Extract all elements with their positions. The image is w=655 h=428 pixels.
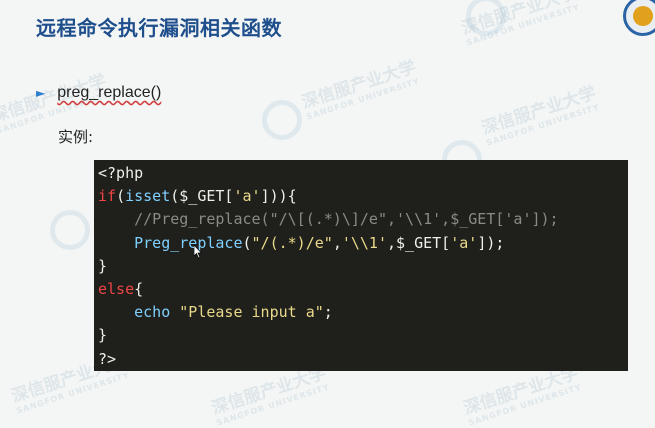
code-line: <?php (98, 164, 144, 182)
sangfor-logo (623, 0, 655, 36)
code-line: if(isset($_GET['a'])){ (98, 187, 297, 206)
code-line: else{ (98, 279, 144, 298)
code-line: echo "Please input a"; (134, 303, 333, 322)
bullet-item: ► preg_replace() (36, 84, 161, 102)
slide-title: 远程命令执行漏洞相关函数 (36, 16, 282, 40)
code-line: //Preg_replace("/\[(.*)\]/e",'\\1',$_GET… (98, 210, 559, 229)
triangle-right-icon: ► (36, 86, 46, 100)
watermark-logo (50, 210, 90, 250)
code-block: <?php if(isset($_GET['a'])){ //Preg_repla… (94, 160, 628, 371)
bullet-text: preg_replace() (57, 84, 162, 101)
watermark-logo (262, 100, 302, 140)
code-line: } (98, 256, 108, 275)
watermark-text: 深信服产业大学 SANGFOR UNIVERSITY (299, 57, 421, 122)
code-line: Preg_replace("/(.*)/e",'\\1',$_GET['a'])… (134, 233, 505, 252)
watermark-text: 深信服产业大学 SANGFOR UNIVERSITY (459, 0, 581, 48)
code-line: } (98, 326, 108, 345)
code-line: ?> (98, 349, 117, 368)
example-label: 实例: (58, 128, 94, 146)
watermark-logo (466, 0, 506, 36)
mouse-pointer-icon (194, 245, 202, 259)
watermark-text: 深信服产业大学 SANGFOR UNIVERSITY (479, 83, 601, 148)
